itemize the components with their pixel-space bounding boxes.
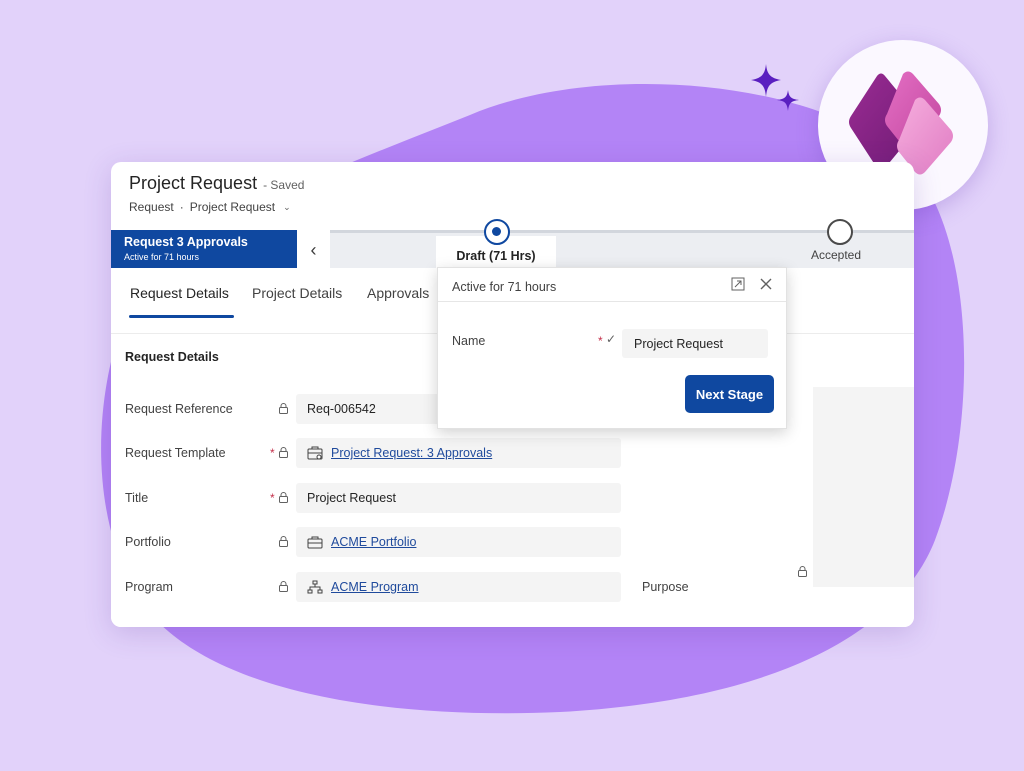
field-label-request-template: Request Template	[125, 446, 226, 460]
template-icon	[307, 446, 323, 460]
lock-icon	[279, 581, 288, 592]
program-field[interactable]: ACME Program	[296, 572, 621, 602]
purpose-field[interactable]	[813, 387, 914, 587]
active-tab-indicator	[129, 315, 234, 318]
field-label-purpose: Purpose	[642, 580, 689, 594]
tab-approvals[interactable]: Approvals	[367, 285, 429, 301]
flyout-name-label: Name	[452, 334, 486, 348]
request-reference-value: Req-006542	[307, 402, 376, 416]
business-process-flow: Request 3 Approvals Active for 71 hours …	[111, 219, 914, 271]
stage-draft-node[interactable]	[484, 219, 510, 245]
program-link[interactable]: ACME Program	[331, 580, 419, 594]
request-template-link[interactable]: Project Request: 3 Approvals	[331, 446, 492, 460]
briefcase-icon	[307, 536, 323, 549]
breadcrumb-separator: ·	[179, 200, 184, 214]
lock-icon	[279, 447, 288, 458]
active-process-stage[interactable]: Request 3 Approvals Active for 71 hours	[111, 230, 297, 271]
section-title: Request Details	[125, 350, 219, 364]
stage-accepted-label[interactable]: Accepted	[811, 248, 861, 262]
sparkle-icon	[751, 64, 799, 111]
hierarchy-icon	[307, 580, 323, 594]
field-label-program: Program	[125, 580, 173, 594]
title-field[interactable]: Project Request	[296, 483, 621, 513]
page-title: Project Request	[129, 173, 258, 193]
close-icon[interactable]	[759, 277, 773, 291]
form-selector[interactable]: Project Request	[190, 200, 275, 214]
save-status: - Saved	[263, 178, 305, 192]
lock-icon	[279, 536, 288, 547]
tab-project-details[interactable]: Project Details	[252, 285, 342, 301]
lock-icon	[798, 566, 807, 577]
breadcrumb-entity: Request	[129, 200, 174, 214]
next-stage-button[interactable]: Next Stage	[685, 375, 774, 413]
chevron-down-icon[interactable]: ⌄	[283, 202, 291, 213]
chevron-left-icon[interactable]: ‹	[297, 230, 330, 271]
expand-icon[interactable]	[731, 277, 745, 291]
required-indicator: *	[598, 334, 603, 348]
request-template-field[interactable]: Project Request: 3 Approvals	[296, 438, 621, 468]
required-indicator: *	[270, 491, 275, 505]
portfolio-link[interactable]: ACME Portfolio	[331, 535, 416, 549]
flyout-title: Active for 71 hours	[452, 280, 557, 294]
flyout-header: Active for 71 hours	[438, 268, 786, 302]
process-name: Request 3 Approvals	[124, 235, 248, 249]
form-header: Project Request - Saved	[129, 173, 304, 194]
field-label-portfolio: Portfolio	[125, 535, 171, 549]
breadcrumb: Request · Project Request ⌄	[129, 200, 291, 214]
lock-icon	[279, 403, 288, 414]
process-duration: Active for 71 hours	[124, 252, 200, 262]
stage-flyout: Active for 71 hours Name * ✓ Project Req…	[437, 267, 787, 429]
field-label-request-reference: Request Reference	[125, 402, 233, 416]
portfolio-field[interactable]: ACME Portfolio	[296, 527, 621, 557]
field-label-title: Title	[125, 491, 149, 505]
required-indicator: *	[270, 446, 275, 460]
check-icon: ✓	[606, 332, 617, 346]
stage-accepted-node[interactable]	[827, 219, 853, 245]
tab-request-details[interactable]: Request Details	[130, 285, 229, 301]
title-value: Project Request	[307, 491, 396, 505]
lock-icon	[279, 492, 288, 503]
flyout-name-field[interactable]: Project Request	[622, 329, 768, 358]
